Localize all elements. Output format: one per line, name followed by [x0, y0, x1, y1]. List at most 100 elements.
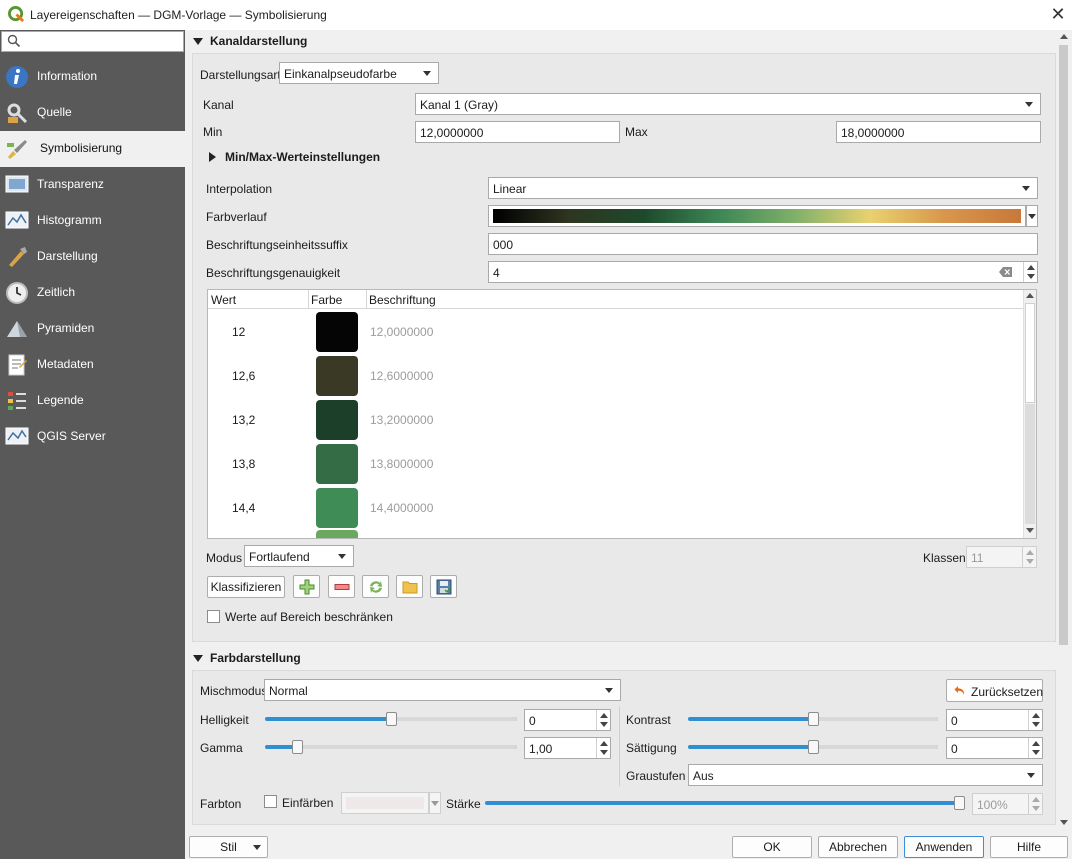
gamma-label: Gamma	[200, 741, 243, 755]
sidebar-item-transparenz[interactable]: Transparenz	[0, 167, 185, 203]
colorize-label: Einfärben	[282, 796, 334, 810]
add-class-button[interactable]	[293, 575, 320, 598]
slider-thumb[interactable]	[954, 796, 965, 810]
slider-thumb[interactable]	[292, 740, 303, 754]
sidebar-item-label: QGIS Server	[37, 429, 106, 443]
reverse-colors-button[interactable]	[362, 575, 389, 598]
col-header-value[interactable]: Wert	[211, 293, 236, 307]
strength-spinbox[interactable]: 100%	[972, 793, 1043, 815]
close-button[interactable]: ✕	[1048, 3, 1068, 25]
strength-slider[interactable]	[485, 796, 965, 810]
slider-thumb[interactable]	[808, 712, 819, 726]
table-row[interactable]: 12,6 12,6000000	[208, 354, 1024, 398]
table-row[interactable]: 14,4 14,4000000	[208, 486, 1024, 530]
color-ramp-button[interactable]	[488, 205, 1026, 227]
collapse-color-rendering-icon[interactable]	[193, 655, 203, 662]
saturation-spinbox[interactable]: 0	[946, 737, 1043, 759]
gamma-slider[interactable]	[265, 740, 517, 754]
chevron-down-icon	[431, 801, 439, 806]
row-value[interactable]: 14,4	[232, 501, 255, 515]
cancel-button[interactable]: Abbrechen	[818, 836, 898, 858]
sidebar-item-qgis-server[interactable]: QGIS Server	[0, 419, 185, 455]
table-row-partial-swatch[interactable]	[316, 530, 358, 538]
apply-button[interactable]: Anwenden	[904, 836, 984, 858]
help-button[interactable]: Hilfe	[990, 836, 1068, 858]
contrast-slider[interactable]	[688, 712, 938, 726]
expand-minmax-icon[interactable]	[209, 152, 216, 162]
color-ramp-dropdown[interactable]	[1026, 205, 1038, 227]
sidebar-item-label: Quelle	[37, 105, 72, 119]
slider-track	[391, 717, 517, 721]
render-type-select[interactable]: Einkanalpseudofarbe	[279, 62, 439, 84]
table-scrollbar[interactable]	[1023, 290, 1036, 538]
main-scrollbar[interactable]	[1057, 31, 1070, 830]
gamma-spinbox[interactable]: 1,00	[524, 737, 611, 759]
classes-spinbox[interactable]: 11	[966, 546, 1037, 568]
row-label[interactable]: 14,4000000	[370, 501, 433, 515]
row-label[interactable]: 12,6000000	[370, 369, 433, 383]
row-label[interactable]: 13,2000000	[370, 413, 433, 427]
sidebar-item-symbolisierung[interactable]: Symbolisierung	[0, 131, 185, 167]
band-select[interactable]: Kanal 1 (Gray)	[415, 93, 1041, 115]
saturation-slider[interactable]	[688, 740, 938, 754]
row-value[interactable]: 12,6	[232, 369, 255, 383]
row-color-swatch[interactable]	[316, 488, 358, 528]
table-row[interactable]: 13,8 13,8000000	[208, 442, 1024, 486]
colorize-dropdown[interactable]	[429, 792, 441, 814]
blend-mode-select[interactable]: Normal	[264, 679, 621, 701]
table-row[interactable]: 12 12,0000000	[208, 310, 1024, 354]
row-label[interactable]: 12,0000000	[370, 325, 433, 339]
save-colormap-button[interactable]	[430, 575, 457, 598]
sidebar-item-zeitlich[interactable]: Zeitlich	[0, 275, 185, 311]
label-suffix-input[interactable]: 000	[488, 233, 1038, 255]
interpolation-label: Interpolation	[206, 182, 273, 196]
grayscale-value: Aus	[693, 769, 714, 783]
col-header-color[interactable]: Farbe	[311, 293, 342, 307]
row-color-swatch[interactable]	[316, 356, 358, 396]
col-header-label[interactable]: Beschriftung	[369, 293, 436, 307]
sidebar-item-darstellung[interactable]: Darstellung	[0, 239, 185, 275]
sidebar-item-quelle[interactable]: Quelle	[0, 95, 185, 131]
row-value[interactable]: 13,2	[232, 413, 255, 427]
search-input[interactable]	[1, 31, 184, 52]
precision-stepper[interactable]	[1023, 262, 1037, 282]
brightness-spinbox[interactable]: 0	[524, 709, 611, 731]
colorize-color-button[interactable]	[341, 792, 429, 814]
slider-thumb[interactable]	[386, 712, 397, 726]
collapse-band-icon[interactable]	[193, 38, 203, 45]
label-precision-spinbox[interactable]: 4	[488, 261, 1038, 283]
row-value[interactable]: 12	[232, 325, 245, 339]
grayscale-select[interactable]: Aus	[688, 764, 1043, 786]
reset-button[interactable]: Zurücksetzen	[946, 679, 1043, 702]
brightness-slider[interactable]	[265, 712, 517, 726]
sidebar-item-metadaten[interactable]: Metadaten	[0, 347, 185, 383]
row-value[interactable]: 13,8	[232, 457, 255, 471]
slider-thumb[interactable]	[808, 740, 819, 754]
style-menu-button[interactable]: Stil	[189, 836, 268, 858]
colorize-checkbox[interactable]	[264, 795, 277, 808]
minmax-settings-toggle[interactable]: Min/Max-Werteinstellungen	[225, 150, 380, 164]
classify-button[interactable]: Klassifizieren	[207, 576, 285, 598]
sidebar-item-information[interactable]: Information	[0, 59, 185, 95]
max-input[interactable]: 18,0000000	[836, 121, 1041, 143]
contrast-spinbox[interactable]: 0	[946, 709, 1043, 731]
clear-field-icon[interactable]	[999, 267, 1013, 277]
sidebar-item-histogramm[interactable]: Histogramm	[0, 203, 185, 239]
ok-button[interactable]: OK	[732, 836, 812, 858]
minus-icon	[334, 584, 350, 590]
row-color-swatch[interactable]	[316, 312, 358, 352]
row-label[interactable]: 13,8000000	[370, 457, 433, 471]
min-input[interactable]: 12,0000000	[415, 121, 620, 143]
row-color-swatch[interactable]	[316, 400, 358, 440]
table-row[interactable]: 13,2 13,2000000	[208, 398, 1024, 442]
sidebar-item-pyramiden[interactable]: Pyramiden	[0, 311, 185, 347]
sidebar-item-legende[interactable]: Legende	[0, 383, 185, 419]
qgis-logo-icon	[8, 6, 25, 23]
load-colormap-button[interactable]	[396, 575, 423, 598]
interpolation-select[interactable]: Linear	[488, 177, 1038, 199]
classes-stepper[interactable]	[1022, 547, 1036, 567]
clip-values-checkbox[interactable]	[207, 610, 220, 623]
remove-class-button[interactable]	[328, 575, 355, 598]
row-color-swatch[interactable]	[316, 444, 358, 484]
mode-select[interactable]: Fortlaufend	[244, 545, 354, 567]
